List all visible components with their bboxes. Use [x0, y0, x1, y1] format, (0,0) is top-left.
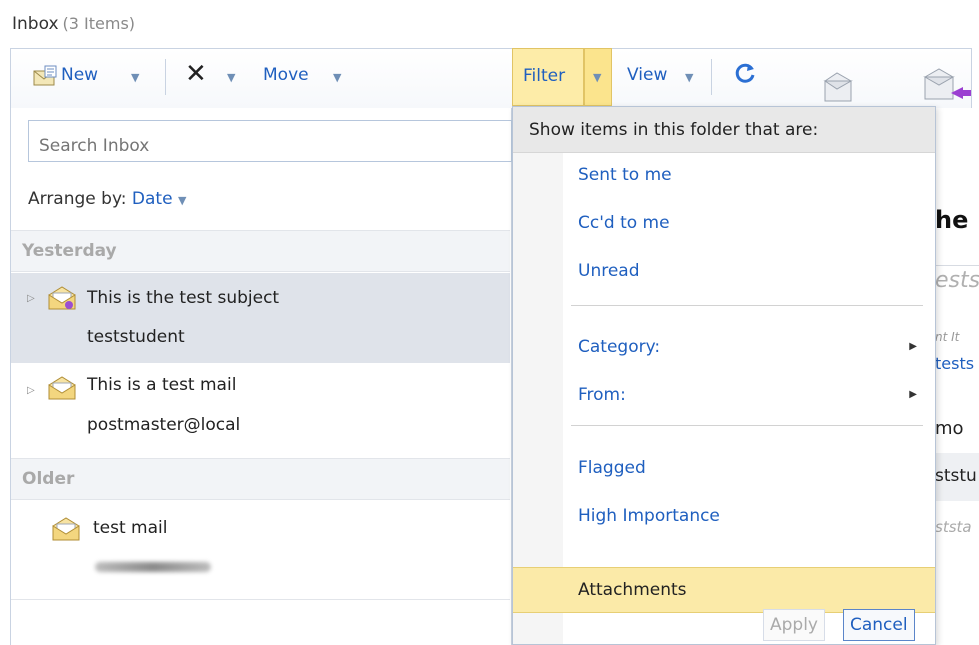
filter-attachments[interactable]: Attachments — [513, 567, 935, 613]
expand-icon[interactable]: ▷ — [27, 293, 35, 304]
item-count: (3 Items) — [62, 14, 136, 33]
toolbar: New ▼ ✕ ▼ Move ▼ View ▼ — [10, 48, 972, 109]
reading-sender-fragment: ests — [935, 268, 979, 293]
group-label: Older — [22, 469, 75, 489]
chevron-down-icon: ▼ — [593, 71, 602, 84]
reading-to-fragment[interactable]: tests — [935, 354, 974, 373]
envelope-read-icon — [48, 286, 76, 310]
divider — [711, 59, 712, 95]
folder-name: Inbox — [12, 14, 59, 34]
divider — [935, 265, 979, 266]
menu-divider — [571, 425, 923, 426]
view-button[interactable]: View ▼ — [627, 63, 717, 93]
delete-button[interactable]: ✕ ▼ — [185, 59, 245, 93]
filter-high-importance[interactable]: High Importance — [578, 506, 720, 526]
chevron-down-icon[interactable]: ▼ — [131, 71, 139, 84]
filter-sent-to-me[interactable]: Sent to me — [578, 165, 672, 185]
reply-icon[interactable] — [817, 67, 859, 107]
expand-icon[interactable]: ▷ — [27, 385, 35, 396]
envelope-icon — [52, 517, 80, 541]
filter-button[interactable]: Filter — [512, 48, 584, 106]
chevron-down-icon[interactable]: ▼ — [685, 71, 693, 84]
arrange-by[interactable]: Arrange by: Date ▼ — [28, 189, 186, 209]
new-message-icon — [33, 65, 57, 86]
filter-label: Filter — [523, 66, 566, 86]
reading-body-fragment: mo — [935, 418, 964, 439]
refresh-button[interactable] — [733, 61, 763, 91]
new-label: New — [61, 65, 99, 85]
arrange-by-label: Arrange by: — [28, 189, 127, 209]
folder-title: Inbox (3 Items) — [12, 14, 135, 34]
apply-button[interactable]: Apply — [763, 609, 825, 641]
reading-meta-fragment: nt It — [935, 330, 960, 344]
chevron-down-icon[interactable]: ▼ — [333, 71, 341, 84]
group-header-yesterday: Yesterday — [11, 230, 510, 272]
refresh-icon — [735, 63, 755, 83]
reading-title-fragment: he — [935, 206, 969, 234]
move-button[interactable]: Move ▼ — [263, 63, 363, 93]
forward-icon[interactable] — [915, 65, 971, 107]
search-input[interactable] — [28, 120, 512, 162]
filter-dropdown-toggle[interactable]: ▼ — [584, 48, 612, 106]
new-button[interactable]: New ▼ — [33, 63, 153, 93]
group-label: Yesterday — [22, 241, 117, 261]
message-row[interactable]: test mail — [11, 500, 510, 600]
view-label: View — [627, 65, 668, 85]
redacted-sender — [95, 562, 211, 572]
filter-cc-to-me[interactable]: Cc'd to me — [578, 213, 670, 233]
cancel-button[interactable]: Cancel — [843, 609, 915, 641]
submenu-arrow-icon: ▶ — [909, 389, 917, 400]
move-label: Move — [263, 65, 309, 85]
message-row[interactable]: ▷ This is a test mail postmaster@local — [11, 363, 510, 451]
filter-flagged[interactable]: Flagged — [578, 458, 646, 478]
menu-divider — [571, 305, 923, 306]
filter-attachments-label: Attachments — [578, 580, 687, 600]
message-sender: postmaster@local — [87, 415, 241, 435]
message-subject: This is a test mail — [87, 375, 237, 395]
divider — [165, 59, 166, 95]
chevron-down-icon[interactable]: ▼ — [227, 71, 235, 84]
close-icon: ✕ — [185, 59, 207, 89]
arrange-by-value: Date — [131, 189, 173, 209]
message-subject: test mail — [93, 518, 168, 538]
filter-category[interactable]: Category: — [578, 337, 660, 357]
chevron-down-icon: ▼ — [177, 194, 187, 207]
submenu-arrow-icon: ▶ — [909, 341, 917, 352]
filter-dropdown-menu: Show items in this folder that are: Sent… — [512, 106, 936, 645]
reading-reply-fragment: ststu — [935, 466, 977, 486]
message-row[interactable]: ▷ This is the test subject teststudent — [11, 273, 510, 363]
group-header-older: Older — [11, 458, 510, 500]
filter-unread[interactable]: Unread — [578, 261, 640, 281]
reading-pane: he ests nt It tests mo ststu ststa — [935, 108, 979, 645]
envelope-read-icon — [48, 376, 76, 400]
filter-from[interactable]: From: — [578, 385, 626, 405]
filter-menu-header: Show items in this folder that are: — [513, 107, 935, 153]
reading-reply-meta-fragment: ststa — [935, 518, 972, 536]
message-subject: This is the test subject — [87, 288, 280, 308]
message-sender: teststudent — [87, 327, 185, 347]
